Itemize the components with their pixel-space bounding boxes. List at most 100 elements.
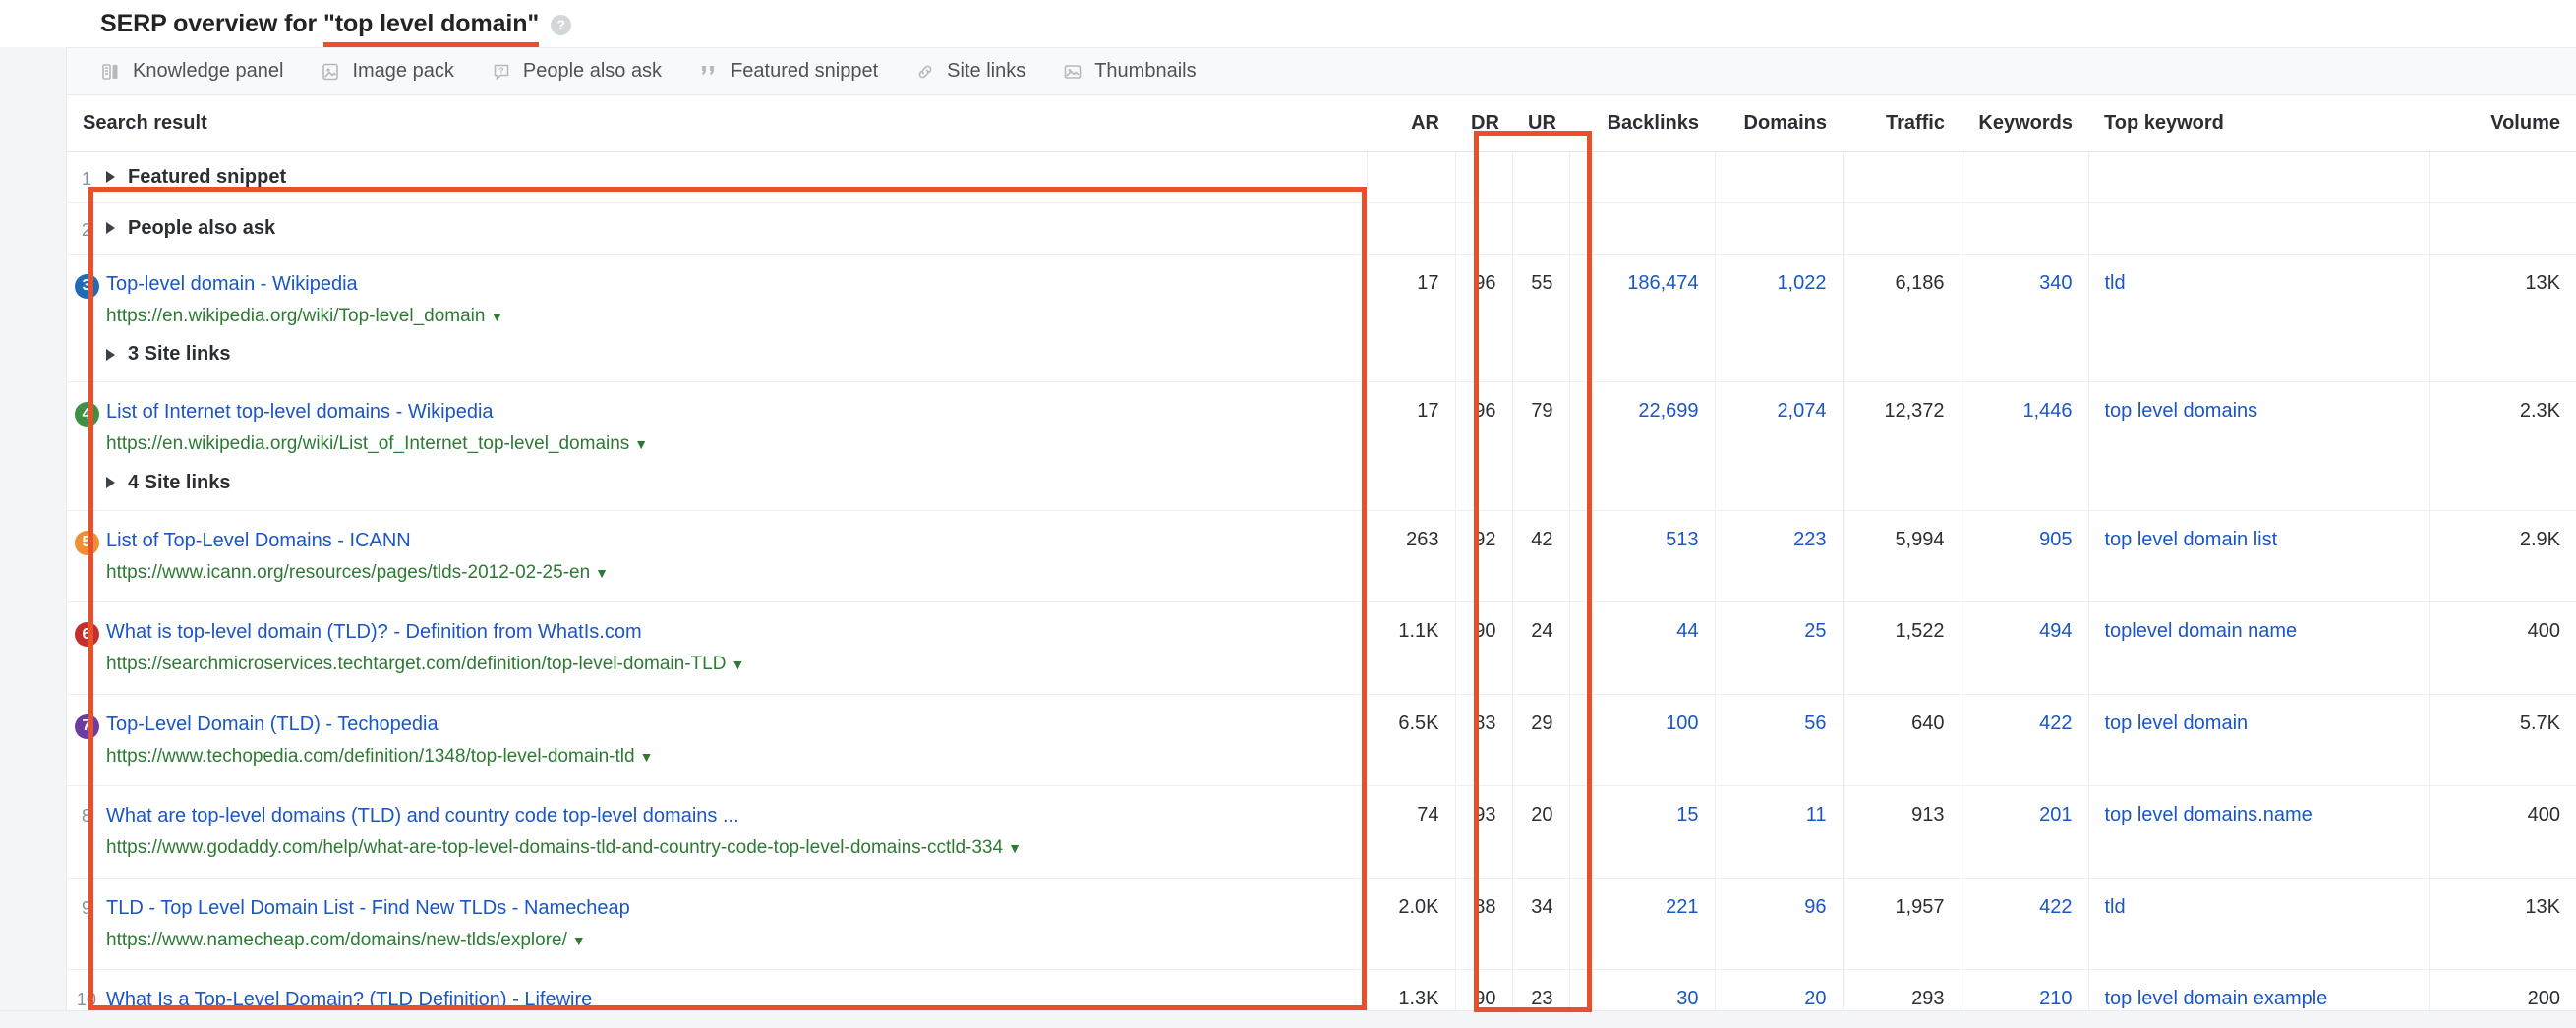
metric-keywords[interactable]: 201: [1960, 785, 2088, 879]
column-header-volume[interactable]: Volume: [2429, 95, 2576, 152]
feature-filter-image-pack[interactable]: Image pack: [320, 60, 454, 83]
metric-top-keyword[interactable]: top level domain list: [2087, 510, 2429, 603]
feature-filter-label: Thumbnails: [1094, 60, 1197, 82]
table-row: 1 Featured snippet: [67, 151, 2576, 203]
column-header-domains[interactable]: Domains: [1715, 95, 1843, 152]
result-url-text[interactable]: https://searchmicroservices.techtarget.c…: [106, 654, 726, 674]
feature-filter-knowledge-panel[interactable]: Knowledge panel: [100, 60, 283, 83]
metric-backlinks[interactable]: 513: [1568, 510, 1715, 603]
column-header-traffic[interactable]: Traffic: [1843, 95, 1961, 152]
feature-filter-site-links[interactable]: Site links: [914, 60, 1025, 83]
site-links-label: 3 Site links: [128, 343, 231, 366]
page-footer-strip: [0, 1010, 2576, 1028]
metric-keywords[interactable]: 422: [1960, 878, 2088, 971]
metric-dr: 92: [1454, 510, 1512, 603]
result-title-link[interactable]: List of Internet top-level domains - Wik…: [106, 399, 1351, 426]
table-row: 3 Top-level domain - Wikipedia https://en.…: [67, 254, 2576, 383]
position-badge: 3: [74, 273, 99, 299]
column-header-top-keyword[interactable]: Top keyword: [2088, 95, 2429, 152]
site-links-toggle[interactable]: 4 Site links: [106, 472, 1351, 494]
metric-dr: 90: [1454, 601, 1512, 695]
column-header-search-result[interactable]: Search result: [67, 95, 1367, 152]
metric-top-keyword[interactable]: toplevel domain name: [2087, 601, 2429, 695]
metric-domains[interactable]: 56: [1714, 694, 1843, 787]
chevron-down-icon[interactable]: ▼: [731, 657, 744, 672]
metric-dr: 83: [1454, 694, 1512, 787]
search-result-cell: 7 Top-Level Domain (TLD) - Techopedia http…: [67, 694, 1367, 787]
result-title-link[interactable]: Top-level domain - Wikipedia: [106, 271, 1351, 298]
result-title-link[interactable]: TLD - Top Level Domain List - Find New T…: [106, 895, 1351, 922]
metric-top-keyword[interactable]: top level domains: [2087, 381, 2429, 511]
metric-ar: 74: [1366, 785, 1455, 879]
metric-keywords: [1960, 202, 2088, 255]
help-icon[interactable]: ?: [551, 14, 572, 35]
metric-backlinks[interactable]: 100: [1568, 694, 1715, 787]
metric-domains[interactable]: 1,022: [1714, 254, 1843, 383]
result-title-link[interactable]: Top-Level Domain (TLD) - Techopedia: [106, 712, 1351, 738]
result-url-text[interactable]: https://www.icann.org/resources/pages/tl…: [106, 562, 590, 583]
position-badge: 6: [74, 622, 99, 648]
result-url-text[interactable]: https://www.namecheap.com/domains/new-tl…: [106, 930, 567, 950]
column-header-ar[interactable]: AR: [1367, 95, 1455, 152]
metric-volume: 2.9K: [2428, 510, 2576, 603]
metric-top-keyword[interactable]: top level domains.name: [2087, 785, 2429, 879]
serp-feature-toggle[interactable]: People also ask: [106, 217, 1351, 240]
metric-domains[interactable]: 25: [1714, 601, 1843, 695]
result-title-link[interactable]: What are top-level domains (TLD) and cou…: [106, 803, 1351, 829]
metric-backlinks[interactable]: 44: [1568, 601, 1715, 695]
metric-backlinks[interactable]: 22,699: [1568, 381, 1715, 511]
feature-filter-thumbnails[interactable]: Thumbnails: [1062, 60, 1197, 83]
chevron-down-icon[interactable]: ▼: [640, 749, 654, 765]
metric-backlinks[interactable]: 15: [1568, 785, 1715, 879]
site-links-toggle[interactable]: 3 Site links: [106, 343, 1351, 366]
chevron-down-icon[interactable]: ▼: [572, 933, 586, 948]
search-result-cell: 4 List of Internet top-level domains - Wi…: [67, 381, 1367, 511]
result-position: 9: [81, 897, 91, 918]
chevron-down-icon[interactable]: ▼: [490, 309, 503, 324]
metric-keywords[interactable]: 340: [1960, 254, 2088, 383]
metric-top-keyword[interactable]: top level domain: [2087, 694, 2429, 787]
metric-domains[interactable]: 2,074: [1714, 381, 1843, 511]
result-title-link[interactable]: List of Top-Level Domains - ICANN: [106, 528, 1351, 554]
metric-backlinks: [1568, 151, 1715, 203]
metric-ur: 42: [1511, 510, 1569, 603]
result-url: https://en.wikipedia.org/wiki/Top-level_…: [106, 303, 1351, 330]
metric-dr: 88: [1454, 878, 1512, 971]
result-url-text[interactable]: https://en.wikipedia.org/wiki/Top-level_…: [106, 306, 485, 326]
result-url-text[interactable]: https://www.techopedia.com/definition/13…: [106, 746, 635, 767]
column-header-keywords[interactable]: Keywords: [1961, 95, 2088, 152]
feature-filter-people-also-ask[interactable]: ? People also ask: [491, 60, 662, 83]
metric-backlinks[interactable]: 186,474: [1568, 254, 1715, 383]
metric-keywords[interactable]: 494: [1960, 601, 2088, 695]
serp-feature-toggle[interactable]: Featured snippet: [106, 166, 1351, 189]
serp-features-bar: Knowledge panel Image pack ? People also…: [67, 47, 2576, 95]
metric-domains[interactable]: 223: [1714, 510, 1843, 603]
chevron-right-icon: [106, 477, 115, 489]
result-url-text[interactable]: https://www.godaddy.com/help/what-are-to…: [106, 837, 1003, 858]
chevron-down-icon[interactable]: ▼: [1008, 840, 1022, 856]
metric-keywords[interactable]: 905: [1960, 510, 2088, 603]
chevron-down-icon[interactable]: ▼: [634, 436, 648, 452]
result-url: https://searchmicroservices.techtarget.c…: [106, 651, 1351, 678]
result-url-text[interactable]: https://en.wikipedia.org/wiki/List_of_In…: [106, 433, 629, 454]
metric-top-keyword[interactable]: tld: [2087, 254, 2429, 383]
metric-domains[interactable]: 11: [1714, 785, 1843, 879]
page-header: SERP overview for "top level domain" ?: [67, 0, 2576, 47]
metric-keywords[interactable]: 422: [1960, 694, 2088, 787]
metric-backlinks[interactable]: 221: [1568, 878, 1715, 971]
metric-keywords[interactable]: 1,446: [1960, 381, 2088, 511]
chevron-down-icon[interactable]: ▼: [595, 565, 609, 581]
metric-volume: [2428, 202, 2576, 255]
column-header-backlinks[interactable]: Backlinks: [1569, 95, 1715, 152]
column-header-ur[interactable]: UR: [1512, 95, 1569, 152]
metric-top-keyword[interactable]: tld: [2087, 878, 2429, 971]
metric-volume: [2428, 151, 2576, 203]
column-header-dr[interactable]: DR: [1455, 95, 1512, 152]
result-title-link[interactable]: What is top-level domain (TLD)? - Defini…: [106, 619, 1351, 646]
feature-filter-featured-snippet[interactable]: Featured snippet: [698, 60, 878, 83]
metric-ur: 55: [1511, 254, 1569, 383]
metric-ar: 1.1K: [1366, 601, 1455, 695]
result-url: https://www.namecheap.com/domains/new-tl…: [106, 927, 1351, 954]
metric-ur: 20: [1511, 785, 1569, 879]
metric-domains[interactable]: 96: [1714, 878, 1843, 971]
